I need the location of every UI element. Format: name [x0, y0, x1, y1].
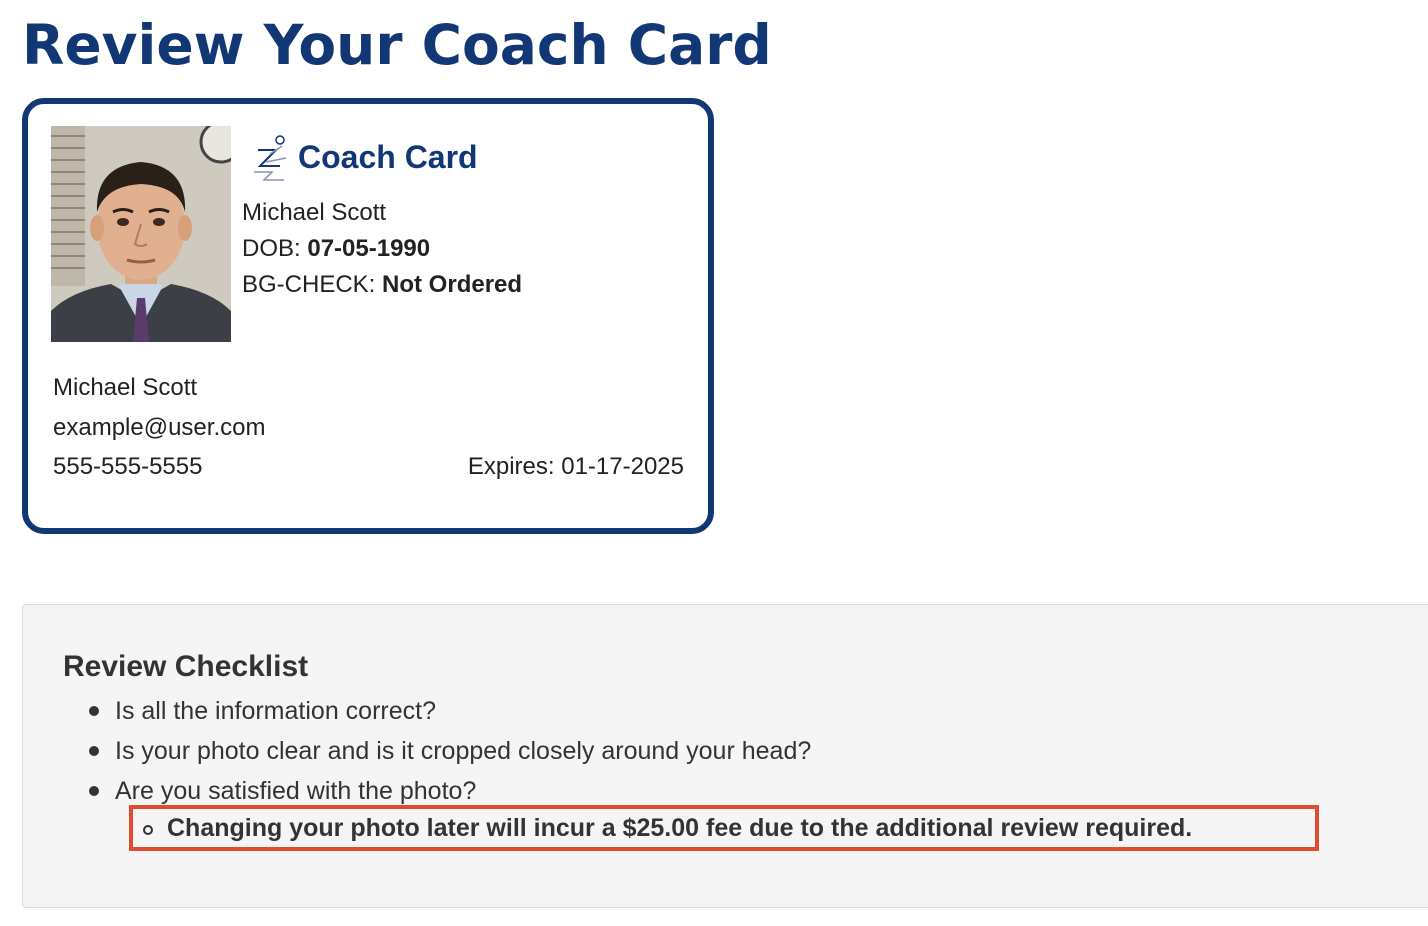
- bullet-icon: [89, 706, 99, 716]
- running-figure-icon: [250, 132, 292, 182]
- checklist-item-text: Are you satisfied with the photo?: [115, 777, 477, 805]
- contact-email: example@user.com: [53, 414, 266, 441]
- bg-check-label: BG-CHECK:: [242, 271, 376, 298]
- checklist-item: Is all the information correct?: [79, 691, 811, 731]
- dob-label: DOB:: [242, 235, 301, 262]
- card-bg-check: BG-CHECK: Not Ordered: [242, 270, 522, 300]
- contact-phone: 555-555-5555: [53, 453, 203, 480]
- dob-value: 07-05-1990: [307, 235, 431, 262]
- bullet-icon: [89, 786, 99, 796]
- card-name: Michael Scott: [242, 199, 387, 226]
- checklist-item-text: Is your photo clear and is it cropped cl…: [115, 737, 812, 765]
- checklist: Is all the information correct? Is your …: [79, 691, 811, 811]
- expiration-date: Expires: 01-17-2025: [467, 453, 684, 480]
- card-header: Coach Card: [250, 132, 478, 182]
- fee-warning-note: Changing your photo later will incur a $…: [129, 805, 1319, 851]
- contact-name: Michael Scott: [53, 374, 198, 401]
- page-title: Review Your Coach Card: [22, 13, 772, 77]
- review-checklist-panel: Review Checklist Is all the information …: [22, 604, 1428, 908]
- fee-warning-text: Changing your photo later will incur a $…: [167, 814, 1193, 842]
- checklist-item: Is your photo clear and is it cropped cl…: [79, 731, 811, 771]
- coach-card: Coach Card Michael Scott DOB: 07-05-1990…: [22, 98, 714, 534]
- profile-photo: [51, 126, 231, 342]
- bullet-icon: [89, 746, 99, 756]
- circle-bullet-icon: [143, 825, 153, 835]
- checklist-item-text: Is all the information correct?: [115, 697, 436, 725]
- bg-check-value: Not Ordered: [382, 271, 523, 298]
- checklist-title: Review Checklist: [63, 650, 309, 683]
- card-title: Coach Card: [298, 138, 478, 175]
- card-dob: DOB: 07-05-1990: [242, 234, 430, 264]
